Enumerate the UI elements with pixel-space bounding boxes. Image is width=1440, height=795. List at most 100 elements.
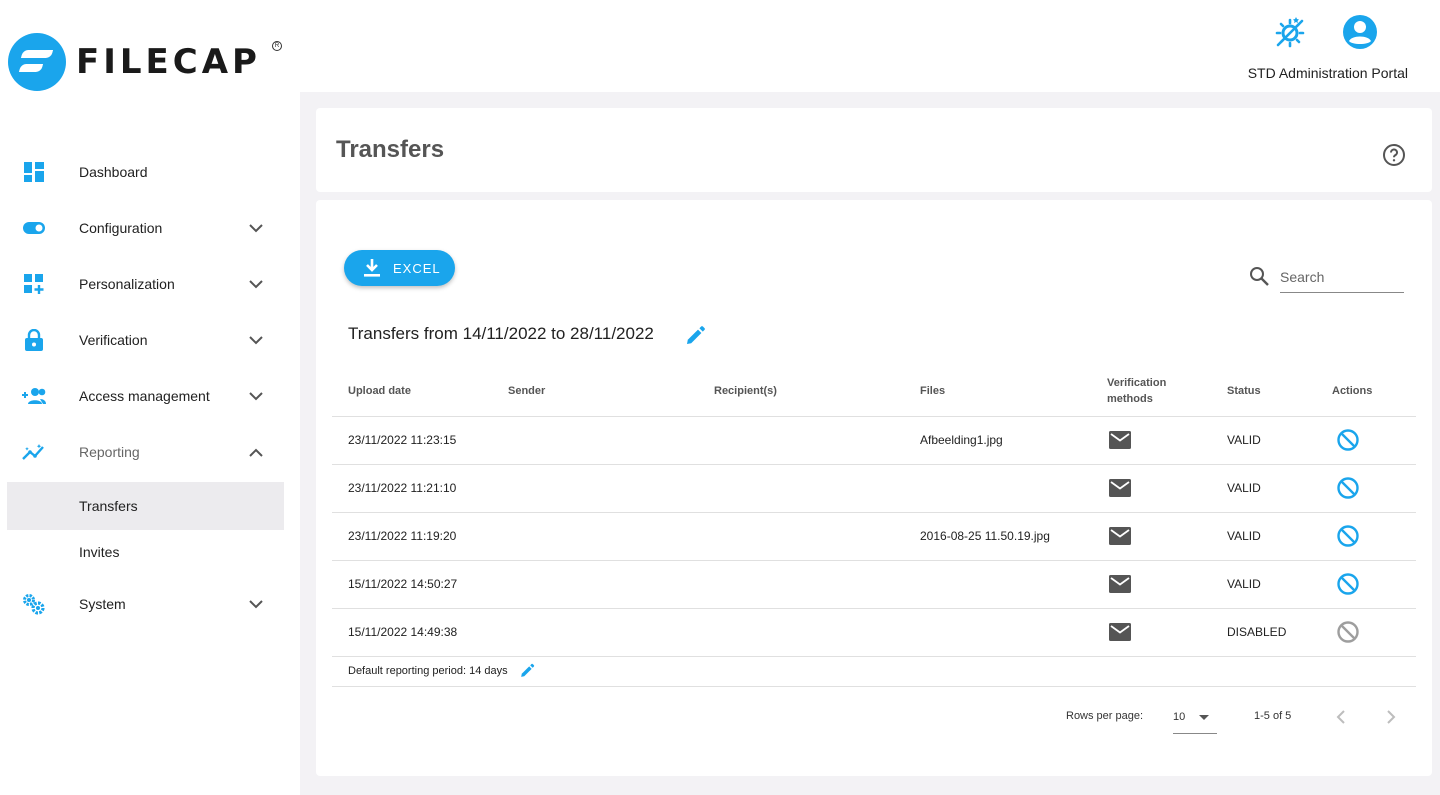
status-cell: DISABLED bbox=[1211, 608, 1316, 657]
verification-cell bbox=[1091, 608, 1211, 657]
sidebar-item-label: Dashboard bbox=[79, 164, 148, 180]
actions-cell bbox=[1316, 560, 1416, 609]
mail-icon bbox=[1109, 431, 1131, 449]
table-row[interactable]: 15/11/2022 14:50:27 VALID bbox=[332, 560, 1416, 609]
transfers-card: EXCEL Transfers from 14/11/2022 to 28/11… bbox=[316, 200, 1432, 776]
sender-cell bbox=[492, 416, 698, 465]
search-input[interactable] bbox=[1280, 262, 1404, 293]
next-page-icon[interactable] bbox=[1380, 706, 1402, 728]
insights-icon bbox=[22, 440, 46, 464]
sidebar-item-system[interactable]: System bbox=[7, 580, 284, 628]
status-cell: VALID bbox=[1211, 512, 1316, 561]
brand-name: FILECAP bbox=[76, 42, 261, 82]
sidebar-item-dashboard[interactable]: Dashboard bbox=[7, 148, 284, 196]
block-icon[interactable] bbox=[1336, 476, 1360, 500]
recipients-cell bbox=[698, 560, 904, 609]
files-cell: 2016-08-25 11.50.19.jpg bbox=[904, 512, 1091, 561]
upload-date-cell: 23/11/2022 11:21:10 bbox=[332, 464, 492, 513]
mail-icon bbox=[1109, 479, 1131, 497]
transfers-table: Upload date Sender Recipient(s) Files Ve… bbox=[332, 366, 1416, 657]
excel-export-button[interactable]: EXCEL bbox=[344, 250, 455, 286]
chevron-down-icon bbox=[246, 594, 266, 614]
recipients-cell bbox=[698, 416, 904, 465]
help-icon[interactable] bbox=[1382, 143, 1406, 167]
files-cell bbox=[904, 560, 1091, 609]
column-header-actions: Actions bbox=[1316, 366, 1416, 417]
theme-toggle-icon[interactable] bbox=[1270, 12, 1310, 52]
edit-range-pencil-icon[interactable] bbox=[684, 325, 706, 347]
registered-mark-icon: R bbox=[272, 41, 282, 51]
table-row[interactable]: 23/11/2022 11:23:15 Afbeelding1.jpg VALI… bbox=[332, 416, 1416, 465]
pagination: Rows per page: 10 1-5 of 5 bbox=[316, 700, 1432, 736]
actions-cell bbox=[1316, 608, 1416, 657]
toggle-icon bbox=[22, 216, 46, 240]
files-cell bbox=[904, 608, 1091, 657]
files-cell: Afbeelding1.jpg bbox=[904, 416, 1091, 465]
recipients-cell bbox=[698, 464, 904, 513]
sidebar-item-configuration[interactable]: Configuration bbox=[7, 204, 284, 252]
actions-cell bbox=[1316, 464, 1416, 513]
sidebar-item-transfers[interactable]: Transfers bbox=[7, 482, 284, 530]
sidebar-item-label: Reporting bbox=[79, 444, 140, 460]
rows-per-page-select[interactable]: 10 bbox=[1173, 702, 1217, 734]
column-header-verification-methods[interactable]: Verification methods bbox=[1091, 366, 1211, 417]
sidebar-item-reporting[interactable]: Reporting bbox=[7, 428, 284, 476]
sidebar-item-label: Verification bbox=[79, 332, 148, 348]
sender-cell bbox=[492, 512, 698, 561]
excel-button-label: EXCEL bbox=[393, 261, 441, 276]
sidebar-item-label: Transfers bbox=[79, 498, 138, 514]
mail-icon bbox=[1109, 575, 1131, 593]
table-row[interactable]: 23/11/2022 11:19:20 2016-08-25 11.50.19.… bbox=[332, 512, 1416, 561]
previous-page-icon[interactable] bbox=[1330, 706, 1352, 728]
recipients-cell bbox=[698, 512, 904, 561]
verification-cell bbox=[1091, 464, 1211, 513]
column-header-files[interactable]: Files bbox=[904, 366, 1091, 417]
block-icon[interactable] bbox=[1336, 428, 1360, 452]
table-row[interactable]: 15/11/2022 14:49:38 DISABLED bbox=[332, 608, 1416, 657]
mail-icon bbox=[1109, 527, 1131, 545]
upload-date-cell: 15/11/2022 14:50:27 bbox=[332, 560, 492, 609]
table-header-row: Upload date Sender Recipient(s) Files Ve… bbox=[332, 366, 1416, 417]
column-header-recipients[interactable]: Recipient(s) bbox=[698, 366, 904, 417]
title-card: Transfers bbox=[316, 108, 1432, 192]
actions-cell bbox=[1316, 416, 1416, 465]
search-box bbox=[1248, 262, 1404, 294]
upload-date-cell: 23/11/2022 11:19:20 bbox=[332, 512, 492, 561]
sidebar-item-label: Invites bbox=[79, 544, 120, 560]
sidebar-item-label: Access management bbox=[79, 388, 210, 404]
verification-cell bbox=[1091, 512, 1211, 561]
block-icon[interactable] bbox=[1336, 524, 1360, 548]
edit-default-period-pencil-icon[interactable] bbox=[519, 663, 535, 679]
upload-date-cell: 15/11/2022 14:49:38 bbox=[332, 608, 492, 657]
sidebar-item-label: System bbox=[79, 596, 126, 612]
sidebar-item-label: Configuration bbox=[79, 220, 163, 236]
download-icon bbox=[364, 259, 380, 277]
column-header-status[interactable]: Status bbox=[1211, 366, 1316, 417]
top-header: FILECAP R STD Administration Portal bbox=[0, 0, 1440, 92]
mail-icon bbox=[1109, 623, 1131, 641]
column-header-sender[interactable]: Sender bbox=[492, 366, 698, 417]
main-content: Transfers EXCEL Transfers from 14/11/202… bbox=[300, 92, 1440, 795]
sidebar-item-access-management[interactable]: Access management bbox=[7, 372, 284, 420]
block-icon[interactable] bbox=[1336, 572, 1360, 596]
search-icon bbox=[1250, 267, 1269, 286]
filecap-logo[interactable]: FILECAP bbox=[8, 33, 261, 91]
dashboard-icon bbox=[22, 160, 46, 184]
table-row[interactable]: 23/11/2022 11:21:10 VALID bbox=[332, 464, 1416, 513]
page-title: Transfers bbox=[336, 136, 445, 163]
actions-cell bbox=[1316, 512, 1416, 561]
sidebar-item-invites[interactable]: Invites bbox=[7, 528, 284, 576]
account-circle-icon[interactable] bbox=[1340, 12, 1380, 52]
sidebar-item-personalization[interactable]: Personalization bbox=[7, 260, 284, 308]
verification-cell bbox=[1091, 560, 1211, 609]
status-cell: VALID bbox=[1211, 560, 1316, 609]
date-range-title: Transfers from 14/11/2022 to 28/11/2022 bbox=[348, 324, 654, 343]
widgets-add-icon bbox=[22, 272, 46, 296]
upload-date-cell: 23/11/2022 11:23:15 bbox=[332, 416, 492, 465]
caret-down-icon bbox=[1199, 715, 1209, 720]
column-header-upload-date[interactable]: Upload date bbox=[332, 366, 492, 417]
sidebar-item-verification[interactable]: Verification bbox=[7, 316, 284, 364]
sender-cell bbox=[492, 464, 698, 513]
chevron-down-icon bbox=[246, 274, 266, 294]
chevron-down-icon bbox=[246, 218, 266, 238]
